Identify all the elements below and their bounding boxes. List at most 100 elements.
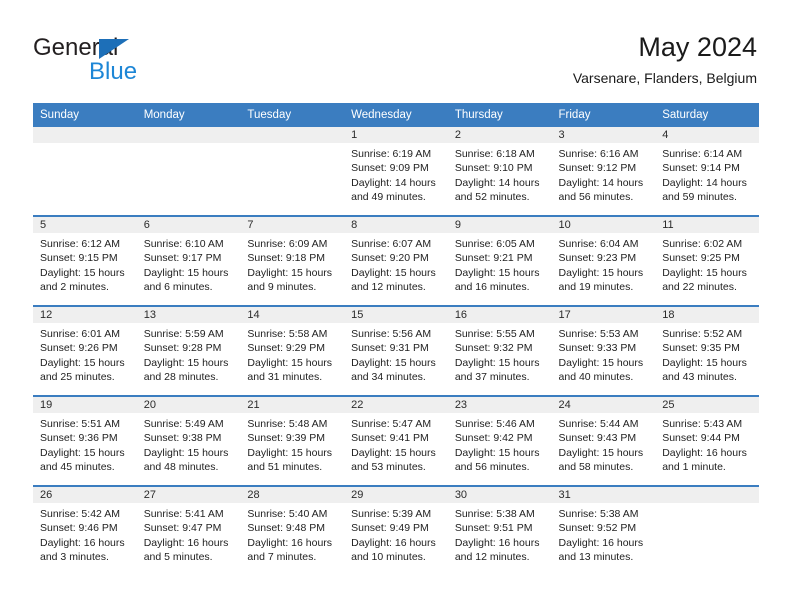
day-cell-details: Sunrise: 6:10 AM Sunset: 9:17 PM Daylight:… [137, 233, 241, 295]
calendar-day-cell[interactable]: 8 Sunrise: 6:07 AM Sunset: 9:20 PM Daylight… [344, 216, 448, 307]
day-number: 6 [143, 219, 150, 231]
day-number: 25 [662, 399, 675, 411]
calendar-day-cell[interactable]: 29 Sunrise: 5:39 AM Sunset: 9:49 PM Dayligh… [344, 486, 448, 575]
calendar-day-cell[interactable]: 5 Sunrise: 6:12 AM Sunset: 9:15 PM Daylight… [33, 216, 137, 307]
calendar-day-cell[interactable]: 10 Sunrise: 6:04 AM Sunset: 9:23 PM Dayligh… [551, 216, 656, 307]
day-number: 15 [351, 309, 364, 321]
calendar-day-cell[interactable]: 30 Sunrise: 5:38 AM Sunset: 9:51 PM Dayligh… [447, 486, 552, 575]
daylight-text-line2: and 9 minutes. [247, 281, 317, 294]
daylight-text-line2: and 59 minutes. [662, 191, 737, 204]
calendar-day-cell[interactable]: 16 Sunrise: 5:55 AM Sunset: 9:32 PM Dayligh… [447, 306, 552, 397]
day-number: 5 [40, 219, 47, 231]
sunrise-text: Sunrise: 6:10 AM [143, 238, 224, 250]
sunrise-text: Sunrise: 6:07 AM [351, 238, 432, 250]
calendar-day-cell[interactable]: 26 Sunrise: 5:42 AM Sunset: 9:46 PM Dayligh… [33, 486, 137, 575]
calendar-day-cell[interactable]: 1 Sunrise: 6:19 AM Sunset: 9:09 PM Daylight… [344, 127, 448, 217]
calendar-day-cell[interactable]: 9 Sunrise: 6:05 AM Sunset: 9:21 PM Daylight… [447, 216, 552, 307]
day-number: 10 [558, 219, 571, 231]
day-number: 26 [40, 489, 53, 501]
day-cell-details: Sunrise: 5:59 AM Sunset: 9:28 PM Daylight:… [137, 323, 241, 385]
day-cell-details: Sunrise: 5:53 AM Sunset: 9:33 PM Daylight:… [552, 323, 656, 385]
calendar-day-cell[interactable]: 7 Sunrise: 6:09 AM Sunset: 9:18 PM Daylight… [240, 216, 345, 307]
day-number: 2 [454, 129, 461, 141]
day-number: 18 [662, 309, 675, 321]
calendar-day-cell-empty[interactable] [136, 127, 241, 217]
calendar-day-cell[interactable]: 24 Sunrise: 5:44 AM Sunset: 9:43 PM Dayligh… [551, 396, 656, 487]
daylight-text-line2: and 1 minute. [662, 461, 726, 474]
daylight-text-line2: and 53 minutes. [351, 461, 426, 474]
sunrise-text: Sunrise: 5:49 AM [143, 418, 224, 430]
daylight-text-line1: Daylight: 15 hours [454, 356, 540, 369]
daylight-text-line2: and 34 minutes. [351, 371, 426, 384]
day-number-band [655, 487, 759, 503]
sunset-text: Sunset: 9:35 PM [662, 342, 740, 355]
calendar-day-cell[interactable]: 19 Sunrise: 5:51 AM Sunset: 9:36 PM Dayligh… [33, 396, 137, 487]
calendar-day-cell-empty[interactable] [240, 127, 345, 217]
day-number-band: 7 [240, 217, 345, 233]
weekday-header-wednesday: Wednesday [344, 103, 448, 127]
sunset-text: Sunset: 9:43 PM [558, 432, 637, 445]
day-number-band: 10 [551, 217, 656, 233]
sunrise-text: Sunrise: 5:44 AM [558, 418, 639, 430]
daylight-text-line1: Daylight: 15 hours [454, 446, 540, 459]
calendar-day-cell[interactable]: 3 Sunrise: 6:16 AM Sunset: 9:12 PM Daylight… [551, 127, 656, 217]
calendar-day-cell[interactable]: 18 Sunrise: 5:52 AM Sunset: 9:35 PM Dayligh… [655, 306, 759, 397]
day-number-band: 19 [33, 397, 137, 413]
day-number-band [136, 127, 241, 143]
day-number: 1 [351, 129, 358, 141]
sunrise-text: Sunrise: 6:01 AM [40, 328, 120, 340]
daylight-text-line1: Daylight: 15 hours [558, 446, 644, 459]
day-cell-details: Sunrise: 5:52 AM Sunset: 9:35 PM Daylight:… [655, 323, 759, 385]
calendar-table: Sunday Monday Tuesday Wednesday Thursday… [33, 103, 759, 575]
calendar-day-cell[interactable]: 6 Sunrise: 6:10 AM Sunset: 9:17 PM Daylight… [136, 216, 241, 307]
sunrise-text: Sunrise: 5:47 AM [351, 418, 432, 430]
daylight-text-line1: Daylight: 16 hours [40, 536, 125, 549]
sunset-text: Sunset: 9:31 PM [351, 342, 429, 355]
calendar-day-cell[interactable]: 21 Sunrise: 5:48 AM Sunset: 9:39 PM Dayligh… [240, 396, 345, 487]
sunset-text: Sunset: 9:47 PM [143, 522, 222, 535]
day-number: 21 [247, 399, 260, 411]
sunrise-text: Sunrise: 6:12 AM [40, 238, 120, 250]
day-number: 28 [247, 489, 260, 501]
calendar-day-cell[interactable]: 31 Sunrise: 5:38 AM Sunset: 9:52 PM Dayligh… [551, 486, 656, 575]
calendar-day-cell[interactable]: 15 Sunrise: 5:56 AM Sunset: 9:31 PM Dayligh… [344, 306, 448, 397]
daylight-text-line1: Daylight: 16 hours [247, 536, 333, 549]
daylight-text-line2: and 12 minutes. [454, 551, 530, 564]
calendar-grid: Sunday Monday Tuesday Wednesday Thursday… [33, 103, 759, 575]
sunrise-text: Sunrise: 5:58 AM [247, 328, 328, 340]
calendar-day-cell[interactable]: 2 Sunrise: 6:18 AM Sunset: 9:10 PM Daylight… [447, 127, 552, 217]
daylight-text-line2: and 45 minutes. [40, 461, 115, 474]
general-blue-logo[interactable]: General Blue [33, 34, 193, 86]
day-number-band: 31 [551, 487, 656, 503]
sunset-text: Sunset: 9:51 PM [454, 522, 533, 535]
calendar-day-cell[interactable]: 20 Sunrise: 5:49 AM Sunset: 9:38 PM Dayligh… [136, 396, 241, 487]
calendar-day-cell[interactable]: 13 Sunrise: 5:59 AM Sunset: 9:28 PM Dayligh… [136, 306, 241, 397]
day-number: 16 [454, 309, 468, 321]
calendar-day-cell[interactable]: 28 Sunrise: 5:40 AM Sunset: 9:48 PM Dayligh… [240, 486, 345, 575]
sunrise-text: Sunrise: 6:09 AM [247, 238, 328, 250]
sunrise-text: Sunrise: 6:14 AM [662, 148, 743, 160]
day-cell-details: Sunrise: 6:14 AM Sunset: 9:14 PM Daylight:… [655, 143, 759, 205]
calendar-day-cell[interactable]: 4 Sunrise: 6:14 AM Sunset: 9:14 PM Daylight… [655, 127, 759, 217]
daylight-text-line1: Daylight: 14 hours [662, 176, 747, 189]
calendar-day-cell-empty[interactable] [33, 127, 137, 217]
calendar-day-cell-empty[interactable] [655, 486, 759, 575]
daylight-text-line1: Daylight: 15 hours [247, 356, 333, 369]
sunset-text: Sunset: 9:29 PM [247, 342, 326, 355]
day-cell-details: Sunrise: 5:38 AM Sunset: 9:52 PM Daylight:… [552, 503, 656, 565]
calendar-day-cell[interactable]: 22 Sunrise: 5:47 AM Sunset: 9:41 PM Dayligh… [344, 396, 448, 487]
calendar-day-cell[interactable]: 11 Sunrise: 6:02 AM Sunset: 9:25 PM Dayligh… [655, 216, 759, 307]
sunrise-text: Sunrise: 5:43 AM [662, 418, 743, 430]
calendar-day-cell[interactable]: 27 Sunrise: 5:41 AM Sunset: 9:47 PM Dayligh… [136, 486, 241, 575]
calendar-day-cell[interactable]: 12 Sunrise: 6:01 AM Sunset: 9:26 PM Dayligh… [33, 306, 137, 397]
day-number-band: 28 [240, 487, 345, 503]
calendar-day-cell[interactable]: 23 Sunrise: 5:46 AM Sunset: 9:42 PM Dayligh… [447, 396, 552, 487]
sunrise-text: Sunrise: 5:42 AM [40, 508, 120, 520]
daylight-text-line2: and 10 minutes. [351, 551, 426, 564]
calendar-day-cell[interactable]: 25 Sunrise: 5:43 AM Sunset: 9:44 PM Dayligh… [655, 396, 759, 487]
weekday-header-thursday: Thursday [447, 103, 552, 127]
day-number-band: 23 [447, 397, 552, 413]
daylight-text-line2: and 37 minutes. [454, 371, 530, 384]
calendar-day-cell[interactable]: 14 Sunrise: 5:58 AM Sunset: 9:29 PM Dayligh… [240, 306, 345, 397]
calendar-day-cell[interactable]: 17 Sunrise: 5:53 AM Sunset: 9:33 PM Dayligh… [551, 306, 656, 397]
